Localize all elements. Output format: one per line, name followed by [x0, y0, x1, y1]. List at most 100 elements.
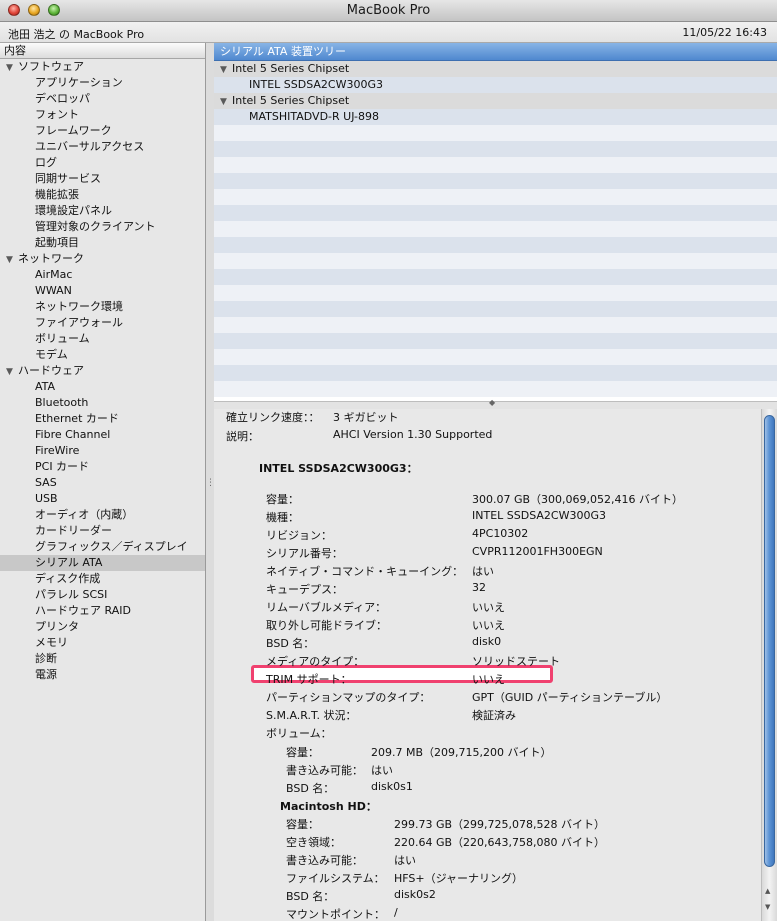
sidebar-list: ▼ ソフトウェア アプリケーション デベロッパ フォント フレームワーク ユニバーサルアクセ…	[0, 59, 205, 683]
property-key: パーティションマップのタイプ：	[266, 691, 431, 704]
sidebar-item[interactable]: ATA	[0, 379, 205, 395]
sidebar-item[interactable]: Fibre Channel	[0, 427, 205, 443]
sidebar-item[interactable]: 電源	[0, 667, 205, 683]
sidebar-item[interactable]: アプリケーション	[0, 75, 205, 91]
volume-property-value: 299.73 GB（299,725,078,528 バイト）	[394, 818, 606, 831]
sidebar-item[interactable]: SAS	[0, 475, 205, 491]
tree-group-label: Intel 5 Series Chipset	[232, 94, 350, 107]
info-bar: 池田 浩之 の MacBook Pro 11/05/22 16:43	[0, 22, 777, 43]
sidebar-item[interactable]: 環境設定パネル	[0, 203, 205, 219]
sidebar-item[interactable]: ディスク作成	[0, 571, 205, 587]
property-key: BSD 名：	[266, 637, 315, 650]
tree-group-row[interactable]: ▼ Intel 5 Series Chipset	[214, 61, 777, 77]
sidebar-category[interactable]: ▼ ソフトウェア	[0, 59, 205, 75]
sidebar-item[interactable]: ネットワーク環境	[0, 299, 205, 315]
sidebar-item[interactable]: 起動項目	[0, 235, 205, 251]
tree-group-row[interactable]: ▼ Intel 5 Series Chipset	[214, 93, 777, 109]
property-value: いいえ	[472, 601, 505, 614]
volume-property-value: disk0s1	[371, 780, 413, 793]
computer-name: 池田 浩之 の MacBook Pro	[8, 28, 145, 41]
sidebar-item[interactable]: 同期サービス	[0, 171, 205, 187]
tree-empty-row	[214, 205, 777, 221]
volume-property-value: 209.7 MB（209,715,200 バイト）	[371, 746, 552, 759]
sidebar-item[interactable]: ファイアウォール	[0, 315, 205, 331]
disclosure-triangle-icon[interactable]: ▼	[220, 62, 232, 78]
detail-pane: ▲ ▼ 確立リンク速度：： 3 ギガビット 説明： AHCI Version 1.30…	[214, 409, 777, 921]
scroll-up-icon[interactable]: ▲	[765, 887, 770, 895]
sidebar-item[interactable]: ボリューム	[0, 331, 205, 347]
detail-scrollbar[interactable]: ▲ ▼	[761, 409, 777, 921]
tree-empty-row	[214, 269, 777, 285]
sidebar-item[interactable]: FireWire	[0, 443, 205, 459]
property-value: 300.07 GB（300,069,052,416 バイト）	[472, 493, 684, 506]
sidebar-item[interactable]: カードリーダー	[0, 523, 205, 539]
sidebar-header[interactable]: 内容	[0, 43, 205, 59]
property-key: リビジョン：	[266, 529, 332, 542]
tree-empty-row	[214, 141, 777, 157]
sidebar-item[interactable]: プリンタ	[0, 619, 205, 635]
disclosure-triangle-icon[interactable]: ▼	[6, 60, 18, 76]
sidebar-item[interactable]: シリアル ATA	[0, 555, 205, 571]
property-value: 32	[472, 581, 486, 594]
tree-empty-row	[214, 317, 777, 333]
sidebar-category[interactable]: ▼ ハードウェア	[0, 363, 205, 379]
sidebar-item[interactable]: USB	[0, 491, 205, 507]
volume-property-value: 220.64 GB（220,643,758,080 バイト）	[394, 836, 606, 849]
description-value: AHCI Version 1.30 Supported	[333, 428, 493, 441]
date-time: 11/05/22 16:43	[682, 26, 767, 39]
sidebar-item[interactable]: Ethernet カード	[0, 411, 205, 427]
tree-device-row[interactable]: MATSHITADVD-R UJ-898	[214, 109, 777, 125]
splitter-grip-icon[interactable]: ◆	[489, 398, 495, 407]
sidebar-item[interactable]: Bluetooth	[0, 395, 205, 411]
sidebar-category-label: ハードウェア	[18, 364, 84, 377]
property-value: CVPR112001FH300EGN	[472, 545, 603, 558]
volume-property-value: disk0s2	[394, 888, 436, 901]
sidebar-category[interactable]: ▼ ネットワーク	[0, 251, 205, 267]
property-value: ソリッドステート	[472, 655, 560, 668]
disclosure-triangle-icon[interactable]: ▼	[6, 364, 18, 380]
volume-property-key: 書き込み可能：	[286, 764, 363, 777]
tree-empty-row	[214, 173, 777, 189]
volume-property-key: マウントポイント：	[286, 908, 385, 921]
sidebar-item[interactable]: ログ	[0, 155, 205, 171]
sidebar-item[interactable]: オーディオ（内蔵）	[0, 507, 205, 523]
sidebar-item[interactable]: メモリ	[0, 635, 205, 651]
sidebar-item[interactable]: パラレル SCSI	[0, 587, 205, 603]
tree-empty-row	[214, 189, 777, 205]
sidebar-item[interactable]: グラフィックス／ディスプレイ	[0, 539, 205, 555]
sidebar-item[interactable]: 診断	[0, 651, 205, 667]
sidebar-item[interactable]: WWAN	[0, 283, 205, 299]
sidebar-item[interactable]: 管理対象のクライアント	[0, 219, 205, 235]
sidebar-item[interactable]: デベロッパ	[0, 91, 205, 107]
sidebar: 内容 ▼ ソフトウェア アプリケーション デベロッパ フォント フレームワーク ユニバーサル…	[0, 43, 206, 921]
sidebar-item[interactable]: モデム	[0, 347, 205, 363]
property-key: TRIM サポート：	[266, 673, 352, 686]
scroll-down-icon[interactable]: ▼	[765, 903, 770, 911]
property-key: シリアル番号：	[266, 547, 343, 560]
sidebar-item[interactable]: PCI カード	[0, 459, 205, 475]
volume-property-key: ファイルシステム：	[286, 872, 385, 885]
volume-property-value: はい	[371, 764, 393, 777]
property-key: ボリューム：	[266, 727, 332, 740]
scrollbar-thumb[interactable]	[764, 415, 775, 867]
sidebar-item[interactable]: AirMac	[0, 267, 205, 283]
volume-property-key: 容量：	[286, 818, 319, 831]
sidebar-item[interactable]: フォント	[0, 107, 205, 123]
disclosure-triangle-icon[interactable]: ▼	[6, 252, 18, 268]
property-value: GPT（GUID パーティションテーブル）	[472, 691, 668, 704]
property-key: ネイティブ・コマンド・キューイング：	[266, 565, 464, 578]
sidebar-item[interactable]: 機能拡張	[0, 187, 205, 203]
disclosure-triangle-icon[interactable]: ▼	[220, 94, 232, 110]
property-value: 検証済み	[472, 709, 516, 722]
property-value: 4PC10302	[472, 527, 529, 540]
sidebar-category-label: ソフトウェア	[18, 60, 84, 73]
property-key: メディアのタイプ：	[266, 655, 365, 668]
tree-device-row[interactable]: INTEL SSDSA2CW300G3	[214, 77, 777, 93]
sidebar-item[interactable]: ハードウェア RAID	[0, 603, 205, 619]
window-title: MacBook Pro	[346, 3, 431, 18]
sidebar-item[interactable]: フレームワーク	[0, 123, 205, 139]
volume-property-key: 容量：	[286, 746, 319, 759]
tree-empty-row	[214, 125, 777, 141]
tree-header[interactable]: シリアル ATA 装置ツリー	[214, 43, 777, 61]
sidebar-item[interactable]: ユニバーサルアクセス	[0, 139, 205, 155]
